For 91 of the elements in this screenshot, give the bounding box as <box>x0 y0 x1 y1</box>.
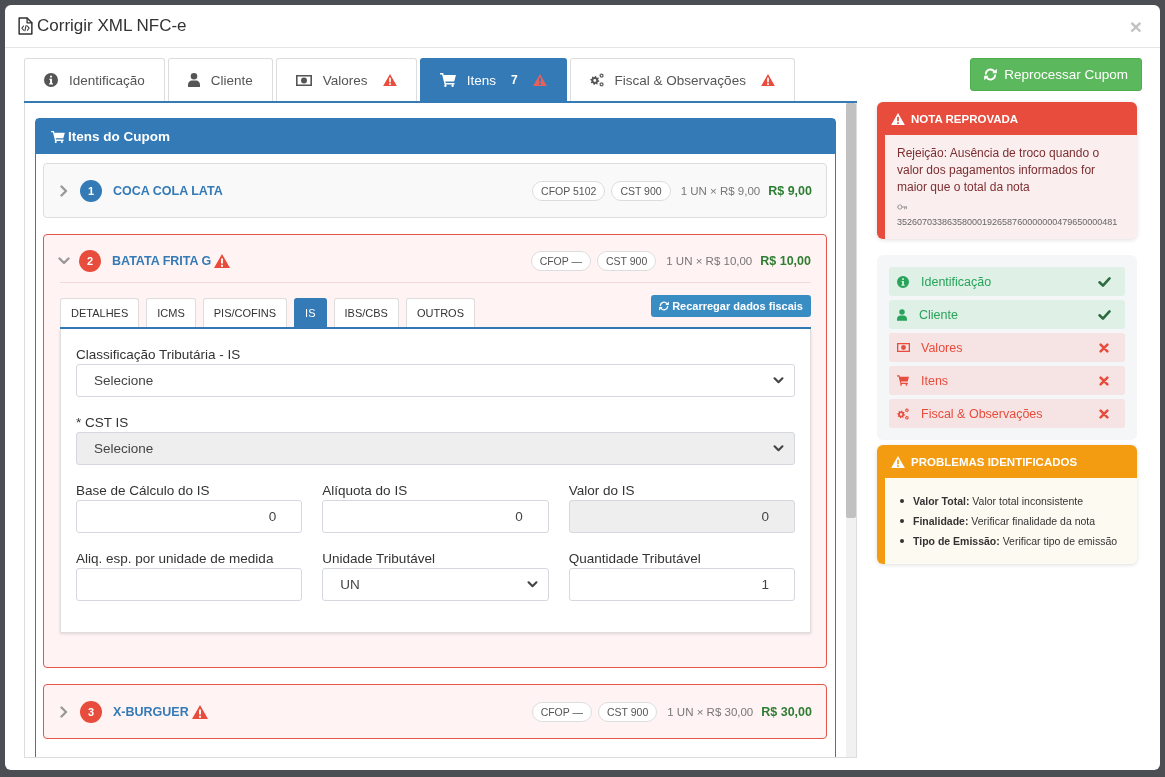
tab[interactable]: Fiscal & Observações <box>569 58 795 101</box>
access-key: 35260703386358000192658760000000479650000481 <box>897 217 1127 227</box>
item-name: COCA COLA LATA <box>113 184 223 198</box>
item-total: R$ 30,00 <box>761 705 812 719</box>
bullet-icon <box>900 499 904 503</box>
input-field[interactable]: 0 <box>322 500 549 533</box>
tab[interactable]: Identificação <box>24 58 165 101</box>
field-label: Base de Cálculo do IS <box>76 482 210 500</box>
refresh-icon <box>984 68 998 81</box>
item-total: R$ 10,00 <box>760 254 811 268</box>
code-file-icon <box>18 17 33 35</box>
banknote-icon <box>295 74 312 86</box>
item-quantity: 1 UN × R$ 30,00 <box>667 706 754 718</box>
input-field[interactable]: 0 <box>76 500 303 533</box>
chevron-right-icon[interactable] <box>60 706 68 718</box>
field-label: Quantidade Tributável <box>568 550 701 568</box>
input-field[interactable]: 1 <box>568 568 795 601</box>
subtab[interactable]: IBS/CBS <box>333 298 399 327</box>
cross-icon <box>1099 342 1109 353</box>
refresh-icon <box>659 301 670 311</box>
subtab[interactable]: ICMS <box>146 298 196 327</box>
item-name: BATATA FRITA G <box>112 254 212 268</box>
field-label: * CST IS <box>76 414 129 432</box>
bullet-icon <box>900 539 904 543</box>
item-card[interactable]: 3 X-BURGUER CFOP — CST 900 1 UN × R$ 30,00 R$ 30,00 <box>43 684 827 739</box>
item-quantity: 1 UN × R$ 10,00 <box>666 255 753 267</box>
cart-icon <box>897 375 909 386</box>
cart-icon <box>439 73 456 87</box>
problems-title: PROBLEMAS IDENTIFICADOS <box>911 455 1078 468</box>
warning-icon <box>891 112 905 125</box>
problem-text: Tipo de Emissão: Verificar tipo de emissão <box>913 534 1118 548</box>
check-icon <box>1098 276 1111 287</box>
item-number: 1 <box>80 180 102 202</box>
warning-icon <box>191 705 208 719</box>
field-label: Alíquota do IS <box>322 482 408 500</box>
field-label: Unidade Tributável <box>322 550 435 568</box>
cst-tag: CST 900 <box>611 181 671 201</box>
tab[interactable]: Itens 7 <box>419 58 567 101</box>
subtab[interactable]: OUTROS <box>405 298 475 327</box>
key-icon <box>897 204 907 210</box>
rejection-message: Rejeição: Ausência de troco quando o valor dos pagamentos informados for maior que o total da nota <box>897 145 1101 196</box>
info-icon <box>897 275 909 288</box>
select-field[interactable]: UN <box>322 568 549 601</box>
user-icon <box>897 308 907 321</box>
field-label: Classificação Tributária - IS <box>76 346 241 364</box>
user-icon <box>187 73 200 87</box>
select-field[interactable]: Selecione <box>76 364 795 397</box>
gears-icon <box>589 73 604 87</box>
subtab[interactable]: PIS/COFINS <box>202 298 288 327</box>
scrollbar-track[interactable] <box>846 103 856 757</box>
bullet-icon <box>900 519 904 523</box>
chevron-down-icon[interactable] <box>58 257 70 265</box>
scrollbar-thumb[interactable] <box>846 103 856 518</box>
tab[interactable]: Cliente <box>167 58 273 101</box>
warning-icon <box>214 254 231 268</box>
tab[interactable]: Valores <box>275 58 417 101</box>
reload-button[interactable]: Recarregar dados fiscais <box>651 295 811 317</box>
check-icon <box>1098 309 1111 320</box>
problem-text: Valor Total: Valor total inconsistente <box>913 494 1084 508</box>
cst-tag: CST 900 <box>598 702 658 722</box>
chevron-down-icon <box>773 377 784 384</box>
field-label: Aliq. esp. por unidade de medida <box>76 550 274 568</box>
cst-tag: CST 900 <box>597 251 657 271</box>
item-number: 3 <box>80 701 102 723</box>
rejection-title: NOTA REPROVADA <box>911 112 1019 125</box>
banknote-icon <box>897 343 910 352</box>
subtab[interactable]: IS <box>294 298 327 327</box>
item-card[interactable] <box>43 234 827 668</box>
cross-icon <box>1099 375 1109 386</box>
gears-icon <box>897 407 909 420</box>
problem-text: Finalidade: Verificar finalidade da nota <box>913 514 1096 528</box>
item-card[interactable]: 1 COCA COLA LATA CFOP 5102 CST 900 1 UN × R$ 9,00 R$ 9,00 <box>43 163 827 218</box>
window-title: Corrigir XML NFC-e <box>37 16 187 36</box>
subtab[interactable]: DETALHES <box>60 298 140 327</box>
warning-icon <box>891 455 905 468</box>
cfop-tag: CFOP — <box>530 251 592 271</box>
chevron-down-icon <box>773 445 784 452</box>
cfop-tag: CFOP 5102 <box>532 181 606 201</box>
chevron-down-icon <box>526 581 538 588</box>
item-number: 2 <box>79 250 101 272</box>
input-field[interactable] <box>76 568 303 601</box>
cross-icon <box>1099 408 1109 419</box>
item-quantity: 1 UN × R$ 9,00 <box>680 185 761 197</box>
chevron-right-icon[interactable] <box>60 185 68 197</box>
item-name: X-BURGUER <box>113 705 189 719</box>
item-total: R$ 9,00 <box>768 184 812 198</box>
field-label: Valor do IS <box>568 482 635 500</box>
info-icon <box>44 73 58 87</box>
card-title: Itens do Cupom <box>68 129 170 144</box>
cart-icon <box>51 130 65 143</box>
cfop-tag: CFOP — <box>531 702 593 722</box>
